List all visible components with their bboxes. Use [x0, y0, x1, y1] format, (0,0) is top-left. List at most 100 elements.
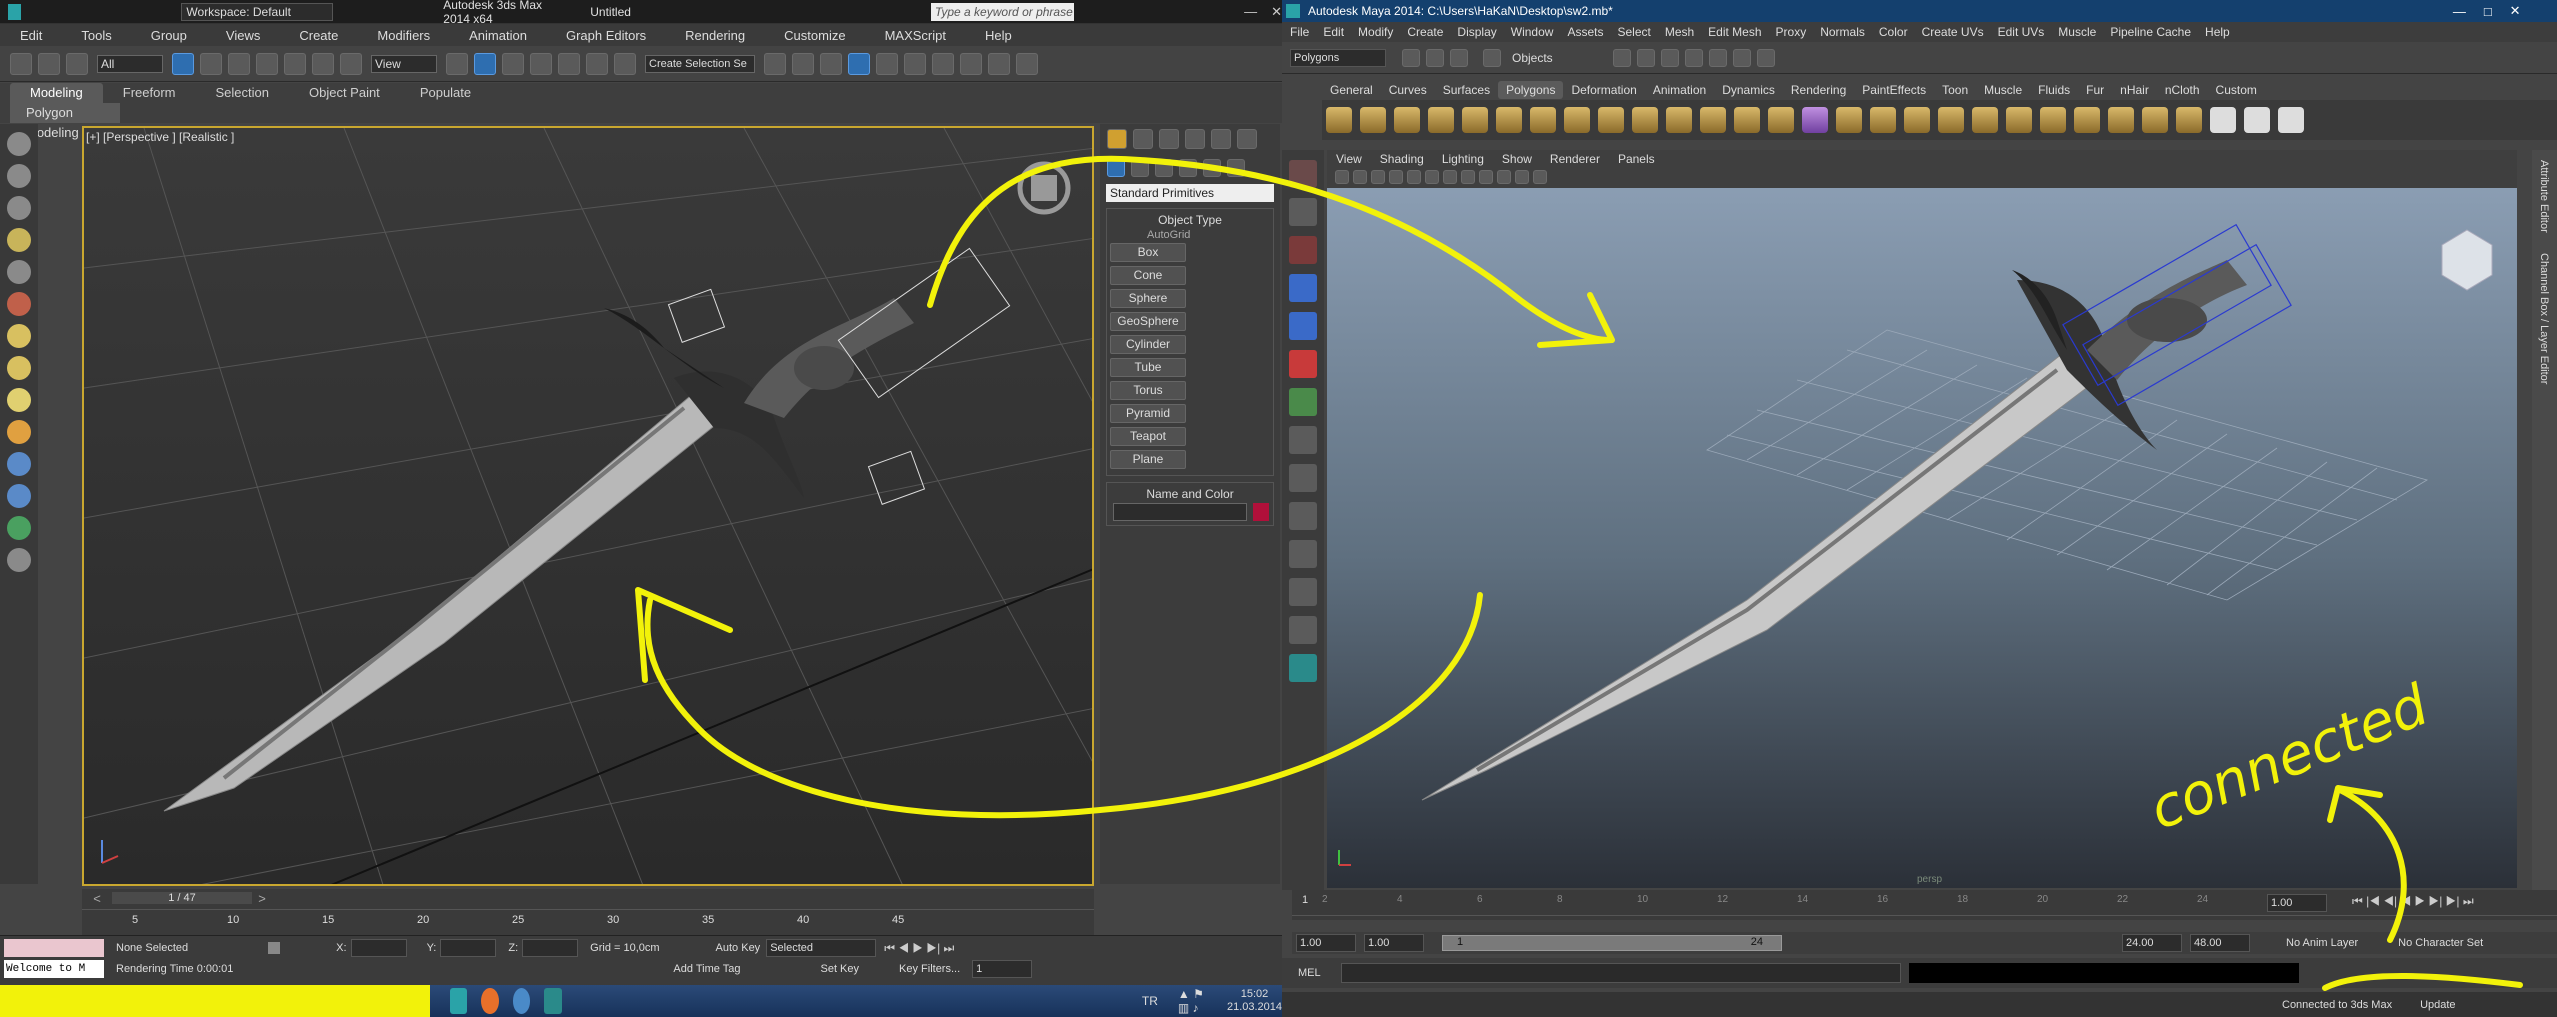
coord-z-field[interactable] — [522, 939, 579, 957]
snap-icon[interactable] — [502, 52, 524, 75]
shelf-tab-painteffects[interactable]: PaintEffects — [1854, 81, 1934, 99]
poly-combine-icon[interactable] — [1700, 107, 1726, 133]
spinner-snap-icon[interactable] — [586, 52, 608, 75]
frame-counter[interactable]: 1 / 47 — [112, 892, 252, 904]
object-color-swatch[interactable] — [1253, 503, 1269, 521]
align-icon[interactable] — [792, 52, 814, 75]
selection-filter-dropdown[interactable]: All — [97, 54, 163, 73]
layout-four-icon[interactable] — [1289, 464, 1317, 492]
taskbar-itunes-icon[interactable] — [512, 988, 531, 1014]
maya-menu-modify[interactable]: Modify — [1358, 25, 1393, 39]
uv-layout-icon[interactable] — [2244, 107, 2270, 133]
hierarchy-tab-icon[interactable] — [1159, 129, 1179, 149]
maya-app-icon[interactable] — [1286, 4, 1300, 18]
add-time-tag[interactable]: Add Time Tag — [673, 963, 740, 975]
pyramid-button[interactable]: Pyramid — [1110, 404, 1186, 423]
select-tool-icon[interactable] — [1289, 160, 1317, 188]
poly-extrude-icon[interactable] — [1904, 107, 1930, 133]
maya-minimize-icon[interactable]: — — [2453, 4, 2466, 19]
maya-menu-help[interactable]: Help — [2205, 25, 2230, 39]
maya-maximize-icon[interactable]: □ — [2484, 4, 2492, 19]
snap-curve-icon[interactable] — [1636, 48, 1655, 67]
coord-y-field[interactable] — [440, 939, 497, 957]
spacewarps-icon[interactable] — [1227, 159, 1245, 177]
utilities-tab-icon[interactable] — [1237, 129, 1257, 149]
shelf-tab-fur[interactable]: Fur — [2078, 81, 2112, 99]
clock-time[interactable]: 15:02 — [1241, 988, 1269, 1001]
shelf-tab-nhair[interactable]: nHair — [2112, 81, 2157, 99]
shelf-tab-polygons[interactable]: Polygons — [1498, 81, 1564, 99]
tool-icon-11[interactable] — [7, 452, 31, 476]
poly-mirror-icon[interactable] — [1870, 107, 1896, 133]
tool-icon-3[interactable] — [7, 196, 31, 220]
uv-checker-icon[interactable] — [2210, 107, 2236, 133]
attribute-editor-tab[interactable]: Attribute Editor — [2538, 160, 2550, 233]
tool-icon-9[interactable] — [7, 388, 31, 412]
poly-smooth-icon[interactable] — [1802, 107, 1828, 133]
rect-selection-icon[interactable] — [228, 52, 250, 75]
poly-cone-icon[interactable] — [1428, 107, 1454, 133]
poly-helix-icon[interactable] — [1632, 107, 1658, 133]
select-manipulate-icon[interactable] — [474, 52, 496, 75]
ribbon-polygon-modeling[interactable]: Polygon Modeling — [10, 103, 120, 140]
search-input[interactable]: Type a keyword or phrase — [930, 2, 1075, 21]
sphere-button[interactable]: Sphere — [1110, 289, 1186, 308]
shelf-tab-custom[interactable]: Custom — [2208, 81, 2265, 99]
poly-bridge-icon[interactable] — [1938, 107, 1964, 133]
mirror-icon[interactable] — [764, 52, 786, 75]
coord-x-field[interactable] — [350, 939, 407, 957]
auto-key-button[interactable]: Auto Key — [716, 942, 761, 954]
cameras-icon[interactable] — [1179, 159, 1197, 177]
poly-wedge-icon[interactable] — [2142, 107, 2168, 133]
menu-rendering[interactable]: Rendering — [685, 28, 745, 43]
poly-torus-icon[interactable] — [1496, 107, 1522, 133]
current-frame-field[interactable]: 1 — [972, 960, 1033, 978]
menu-maxscript[interactable]: MAXScript — [885, 28, 946, 43]
poly-extract-icon[interactable] — [1768, 107, 1794, 133]
tool-icon-5[interactable] — [7, 260, 31, 284]
poly-boolean-icon[interactable] — [1836, 107, 1862, 133]
tool-icon-2[interactable] — [7, 164, 31, 188]
geometry-icon[interactable] — [1107, 159, 1125, 177]
tool-icon-7[interactable] — [7, 324, 31, 348]
shelf-tab-dynamics[interactable]: Dynamics — [1714, 81, 1783, 99]
viewcube-icon[interactable] — [1017, 161, 1071, 215]
mel-label[interactable]: MEL — [1298, 967, 1321, 979]
minimize-icon[interactable]: — — [1244, 4, 1257, 19]
uv-editor-icon[interactable] — [2278, 107, 2304, 133]
render-icon[interactable] — [1016, 52, 1038, 75]
max-app-icon[interactable] — [8, 3, 22, 20]
taskbar-max-icon[interactable] — [450, 988, 468, 1014]
maya-time-slider[interactable]: 1 2 4 6 8 10 12 14 16 18 20 22 24 1.00 ⏮… — [1292, 890, 2557, 920]
helpers-icon[interactable] — [1203, 159, 1221, 177]
layers-icon[interactable] — [820, 52, 842, 75]
poly-sphere-icon[interactable] — [1326, 107, 1352, 133]
tool-icon-13[interactable] — [7, 516, 31, 540]
poly-collapse-icon[interactable] — [2108, 107, 2134, 133]
cylinder-button[interactable]: Cylinder — [1110, 335, 1186, 354]
playback-controls-icon[interactable]: ⏮ ◀ ▶ ▶| ⏭ — [884, 941, 954, 956]
lasso-tool-icon[interactable] — [1289, 198, 1317, 226]
poly-poke-icon[interactable] — [2176, 107, 2202, 133]
layout-outliner-icon[interactable] — [1289, 540, 1317, 568]
menu-graph-editors[interactable]: Graph Editors — [566, 28, 646, 43]
paint-select-icon[interactable] — [1289, 236, 1317, 264]
tube-button[interactable]: Tube — [1110, 358, 1186, 377]
shelf-tab-deformation[interactable]: Deformation — [1563, 81, 1644, 99]
poly-plane-icon[interactable] — [1462, 107, 1488, 133]
maya-menu-create[interactable]: Create — [1407, 25, 1443, 39]
shelf-tab-fluids[interactable]: Fluids — [2030, 81, 2078, 99]
torus-button[interactable]: Torus — [1110, 381, 1186, 400]
menu-tools[interactable]: Tools — [81, 28, 111, 43]
layout-graph-icon[interactable] — [1289, 578, 1317, 606]
name-color-title[interactable]: Name and Color — [1107, 487, 1273, 501]
layout-single-icon[interactable] — [1289, 426, 1317, 454]
unlink-icon[interactable] — [38, 52, 60, 75]
move-icon[interactable] — [284, 52, 306, 75]
maya-menu-normals[interactable]: Normals — [1820, 25, 1865, 39]
menu-help[interactable]: Help — [985, 28, 1012, 43]
plane-button[interactable]: Plane — [1110, 450, 1186, 469]
poly-prism-icon[interactable] — [1530, 107, 1556, 133]
menu-animation[interactable]: Animation — [469, 28, 527, 43]
select-mode-label[interactable]: Objects — [1512, 51, 1553, 65]
